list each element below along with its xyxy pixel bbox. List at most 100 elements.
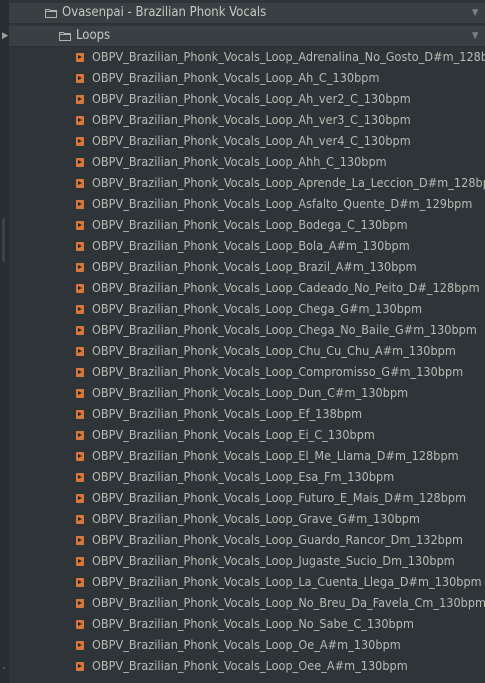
file-label: OBPV_Brazilian_Phonk_Vocals_Loop_Chega_N… <box>92 322 477 337</box>
file-item[interactable]: OBPV_Brazilian_Phonk_Vocals_Loop_Chega_N… <box>9 320 485 341</box>
audio-file-icon <box>76 473 84 482</box>
file-item[interactable]: OBPV_Brazilian_Phonk_Vocals_Loop_Brazil_… <box>9 257 485 278</box>
file-item[interactable]: OBPV_Brazilian_Phonk_Vocals_Loop_Chega_G… <box>9 299 485 320</box>
loops-folder-label: Loops <box>76 28 111 43</box>
file-item[interactable]: OBPV_Brazilian_Phonk_Vocals_Loop_Oee_A#m… <box>9 656 485 677</box>
file-item[interactable]: OBPV_Brazilian_Phonk_Vocals_Loop_Chu_Cu_… <box>9 341 485 362</box>
file-item[interactable]: OBPV_Brazilian_Phonk_Vocals_Loop_La_Cuen… <box>9 572 485 593</box>
file-label: OBPV_Brazilian_Phonk_Vocals_Loop_El_Me_L… <box>92 448 459 463</box>
file-item[interactable]: OBPV_Brazilian_Phonk_Vocals_Loop_Dun_C#m… <box>9 383 485 404</box>
file-item[interactable]: OBPV_Brazilian_Phonk_Vocals_Loop_Futuro_… <box>9 488 485 509</box>
audio-file-icon <box>76 452 84 461</box>
folder-row-loops[interactable]: ▶ Loops ▼ <box>2 26 485 47</box>
file-item[interactable]: OBPV_Brazilian_Phonk_Vocals_Loop_Ei_C_13… <box>9 425 485 446</box>
file-item[interactable]: OBPV_Brazilian_Phonk_Vocals_Loop_Cadeado… <box>9 278 485 299</box>
file-label: OBPV_Brazilian_Phonk_Vocals_Loop_Cadeado… <box>92 280 480 295</box>
file-browser: Ovasenpai - Brazilian Phonk Vocals ▼ ▶ L… <box>0 0 485 683</box>
chevron-right-icon[interactable]: ▶ <box>2 31 8 41</box>
audio-file-icon <box>76 326 84 335</box>
file-label: OBPV_Brazilian_Phonk_Vocals_Loop_Guardo_… <box>92 532 464 547</box>
file-item[interactable]: OBPV_Brazilian_Phonk_Vocals_Loop_Esa_Fm_… <box>9 467 485 488</box>
audio-file-icon <box>76 95 84 104</box>
file-item[interactable]: OBPV_Brazilian_Phonk_Vocals_Loop_El_Me_L… <box>9 446 485 467</box>
folder-icon <box>59 32 71 41</box>
file-label: OBPV_Brazilian_Phonk_Vocals_Loop_Chega_G… <box>92 301 423 316</box>
file-item[interactable]: OBPV_Brazilian_Phonk_Vocals_Loop_Bodega_… <box>9 215 485 236</box>
file-item[interactable]: OBPV_Brazilian_Phonk_Vocals_Loop_Oe_A#m_… <box>9 635 485 656</box>
file-item[interactable]: OBPV_Brazilian_Phonk_Vocals_Loop_Ef_138b… <box>9 404 485 425</box>
folder-icon <box>45 9 57 18</box>
audio-file-icon <box>76 263 84 272</box>
chevron-down-icon[interactable]: ▼ <box>472 8 478 18</box>
file-label: OBPV_Brazilian_Phonk_Vocals_Loop_Brazil_… <box>92 259 417 274</box>
audio-file-icon <box>76 116 84 125</box>
audio-file-icon <box>76 494 84 503</box>
file-item[interactable]: OBPV_Brazilian_Phonk_Vocals_Loop_No_Sabe… <box>9 614 485 635</box>
file-item[interactable]: OBPV_Brazilian_Phonk_Vocals_Loop_Ah_ver2… <box>9 89 485 110</box>
file-item[interactable]: OBPV_Brazilian_Phonk_Vocals_Loop_Ah_ver4… <box>9 131 485 152</box>
file-item[interactable]: OBPV_Brazilian_Phonk_Vocals_Loop_No_Breu… <box>9 593 485 614</box>
file-item[interactable]: OBPV_Brazilian_Phonk_Vocals_Loop_Grave_G… <box>9 509 485 530</box>
pack-folder-label: Ovasenpai - Brazilian Phonk Vocals <box>62 5 267 20</box>
file-item[interactable]: OBPV_Brazilian_Phonk_Vocals_Loop_Ah_ver3… <box>9 110 485 131</box>
audio-file-icon <box>76 221 84 230</box>
audio-file-icon <box>76 242 84 251</box>
scrollbar-grip[interactable] <box>2 218 5 262</box>
file-item[interactable]: OBPV_Brazilian_Phonk_Vocals_Loop_Guardo_… <box>9 530 485 551</box>
file-item[interactable]: OBPV_Brazilian_Phonk_Vocals_Loop_Adrenal… <box>9 47 485 68</box>
browser-gutter <box>0 0 9 683</box>
audio-file-icon <box>76 179 84 188</box>
audio-file-icon <box>76 200 84 209</box>
audio-file-icon <box>76 410 84 419</box>
file-item[interactable]: OBPV_Brazilian_Phonk_Vocals_Loop_Jugaste… <box>9 551 485 572</box>
file-item[interactable]: OBPV_Brazilian_Phonk_Vocals_Loop_Aprende… <box>9 173 485 194</box>
file-label: OBPV_Brazilian_Phonk_Vocals_Loop_Esa_Fm_… <box>92 469 395 484</box>
file-label: OBPV_Brazilian_Phonk_Vocals_Loop_Futuro_… <box>92 490 467 505</box>
file-label: OBPV_Brazilian_Phonk_Vocals_Loop_Ah_ver3… <box>92 112 411 127</box>
audio-file-icon <box>76 536 84 545</box>
audio-file-icon <box>76 431 84 440</box>
file-label: OBPV_Brazilian_Phonk_Vocals_Loop_Aprende… <box>92 175 485 190</box>
file-label: OBPV_Brazilian_Phonk_Vocals_Loop_Ah_C_13… <box>92 70 380 85</box>
scroll-down-icon[interactable]: ⌄ <box>1 662 7 671</box>
file-label: OBPV_Brazilian_Phonk_Vocals_Loop_Oee_A#m… <box>92 658 408 673</box>
file-label: OBPV_Brazilian_Phonk_Vocals_Loop_Ef_138b… <box>92 406 363 421</box>
file-label: OBPV_Brazilian_Phonk_Vocals_Loop_Dun_C#m… <box>92 385 409 400</box>
audio-file-icon <box>76 284 84 293</box>
folder-row-pack[interactable]: Ovasenpai - Brazilian Phonk Vocals ▼ <box>9 3 485 24</box>
audio-file-icon <box>76 515 84 524</box>
audio-file-icon <box>76 137 84 146</box>
audio-file-icon <box>76 389 84 398</box>
file-label: OBPV_Brazilian_Phonk_Vocals_Loop_Oe_A#m_… <box>92 637 401 652</box>
chevron-down-icon[interactable]: ▼ <box>472 31 478 41</box>
file-item[interactable]: OBPV_Brazilian_Phonk_Vocals_Loop_Asfalto… <box>9 194 485 215</box>
file-item[interactable]: OBPV_Brazilian_Phonk_Vocals_Loop_Ah_C_13… <box>9 68 485 89</box>
file-label: OBPV_Brazilian_Phonk_Vocals_Loop_Asfalto… <box>92 196 473 211</box>
audio-file-icon <box>76 368 84 377</box>
audio-file-icon <box>76 620 84 629</box>
file-label: OBPV_Brazilian_Phonk_Vocals_Loop_Bodega_… <box>92 217 408 232</box>
file-label: OBPV_Brazilian_Phonk_Vocals_Loop_Jugaste… <box>92 553 455 568</box>
audio-file-icon <box>76 53 84 62</box>
file-label: OBPV_Brazilian_Phonk_Vocals_Loop_Grave_G… <box>92 511 420 526</box>
file-item[interactable]: OBPV_Brazilian_Phonk_Vocals_Loop_Bola_A#… <box>9 236 485 257</box>
file-label: OBPV_Brazilian_Phonk_Vocals_Loop_Bola_A#… <box>92 238 410 253</box>
file-label: OBPV_Brazilian_Phonk_Vocals_Loop_Ahh_C_1… <box>92 154 387 169</box>
audio-file-icon <box>76 74 84 83</box>
audio-file-icon <box>76 599 84 608</box>
file-label: OBPV_Brazilian_Phonk_Vocals_Loop_Ei_C_13… <box>92 427 375 442</box>
file-label: OBPV_Brazilian_Phonk_Vocals_Loop_Ah_ver4… <box>92 133 411 148</box>
file-label: OBPV_Brazilian_Phonk_Vocals_Loop_Adrenal… <box>92 49 485 64</box>
file-item[interactable]: OBPV_Brazilian_Phonk_Vocals_Loop_Ahh_C_1… <box>9 152 485 173</box>
audio-file-icon <box>76 662 84 671</box>
audio-file-icon <box>76 305 84 314</box>
file-label: OBPV_Brazilian_Phonk_Vocals_Loop_Ah_ver2… <box>92 91 411 106</box>
file-label: OBPV_Brazilian_Phonk_Vocals_Loop_No_Sabe… <box>92 616 414 631</box>
audio-file-icon <box>76 557 84 566</box>
file-label: OBPV_Brazilian_Phonk_Vocals_Loop_La_Cuen… <box>92 574 482 589</box>
audio-file-icon <box>76 641 84 650</box>
audio-file-icon <box>76 347 84 356</box>
file-item[interactable]: OBPV_Brazilian_Phonk_Vocals_Loop_Comprom… <box>9 362 485 383</box>
file-label: OBPV_Brazilian_Phonk_Vocals_Loop_Chu_Cu_… <box>92 343 456 358</box>
file-label: OBPV_Brazilian_Phonk_Vocals_Loop_Comprom… <box>92 364 464 379</box>
